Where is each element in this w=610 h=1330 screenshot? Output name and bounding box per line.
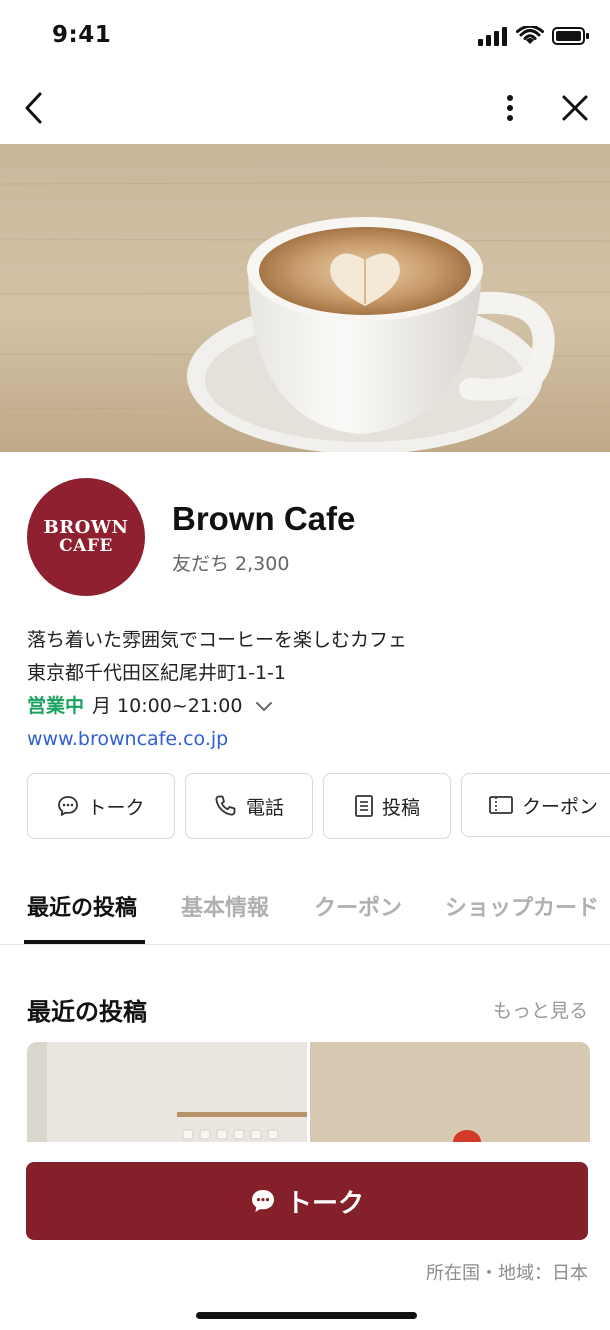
phone-action-label: 電話 xyxy=(245,796,284,819)
coupon-action-button[interactable]: クーポン xyxy=(461,773,610,837)
talk-action-label: トーク xyxy=(87,796,145,819)
cellular-signal-icon xyxy=(478,27,507,46)
action-buttons: トーク 電話 投稿 クーポン xyxy=(27,773,610,839)
latte-cup-photo xyxy=(0,144,610,452)
business-hours[interactable]: 営業中 月 10:00~21:00 xyxy=(27,690,587,723)
navigation-bar xyxy=(0,72,610,144)
cover-image xyxy=(0,144,610,452)
chevron-down-icon xyxy=(255,701,272,711)
post-thumbnail-1[interactable] xyxy=(27,1042,307,1142)
tab-recent-posts[interactable]: 最近の投稿 xyxy=(27,890,137,922)
posts-action-button[interactable]: 投稿 xyxy=(323,773,451,839)
chat-bubble-icon xyxy=(58,796,79,816)
posts-action-label: 投稿 xyxy=(381,796,420,819)
wifi-icon xyxy=(516,26,544,44)
see-more-link[interactable]: もっと見る xyxy=(493,996,588,1023)
post-thumbnails xyxy=(27,1042,590,1142)
logo-text-line2: CAFE xyxy=(59,536,113,556)
tab-basic-info[interactable]: 基本情報 xyxy=(181,890,269,922)
talk-cta-label: トーク xyxy=(285,1188,364,1219)
address[interactable]: 東京都千代田区紀尾井町1-1-1 xyxy=(27,657,587,690)
back-button[interactable] xyxy=(12,86,56,130)
phone-action-button[interactable]: 電話 xyxy=(185,773,313,839)
home-indicator[interactable] xyxy=(196,1312,417,1319)
talk-cta-button[interactable]: トーク xyxy=(26,1162,588,1240)
more-vertical-icon xyxy=(507,95,513,121)
content-tabs: 最近の投稿 基本情報 クーポン ショップカード xyxy=(0,872,610,945)
status-bar: 9:41 xyxy=(0,0,610,72)
battery-icon xyxy=(552,27,589,45)
status-icons xyxy=(478,26,590,46)
brand-logo: BROWN CAFE xyxy=(27,478,145,596)
account-name: Brown Cafe xyxy=(172,500,356,537)
ticket-icon xyxy=(489,796,513,814)
tab-shop-card[interactable]: ショップカード xyxy=(445,890,599,922)
close-icon xyxy=(562,95,588,121)
coupon-action-label: クーポン xyxy=(522,795,599,818)
account-info: 落ち着いた雰囲気でコーヒーを楽しむカフェ 東京都千代田区紀尾井町1-1-1 営業… xyxy=(27,624,587,756)
tab-coupons[interactable]: クーポン xyxy=(314,890,402,922)
chevron-left-icon xyxy=(25,92,42,124)
status-time: 9:41 xyxy=(52,22,112,48)
recent-posts-grid xyxy=(27,1042,590,1142)
friends-count: 友だち 2,300 xyxy=(172,553,290,575)
post-thumbnail-2[interactable] xyxy=(310,1042,590,1142)
phone-icon xyxy=(215,795,236,816)
document-icon xyxy=(355,795,373,817)
profile-header: BROWN CAFE Brown Cafe 友だち 2,300 xyxy=(27,478,583,598)
hours-text: 月 10:00~21:00 xyxy=(92,695,243,717)
chat-bubble-icon xyxy=(251,1190,274,1212)
talk-action-button[interactable]: トーク xyxy=(27,773,175,839)
logo-text-line1: BROWN xyxy=(43,517,129,538)
more-options-button[interactable] xyxy=(488,86,532,130)
section-title: 最近の投稿 xyxy=(27,998,147,1026)
open-status-badge: 営業中 xyxy=(27,695,85,717)
description: 落ち着いた雰囲気でコーヒーを楽しむカフェ xyxy=(27,629,408,651)
active-tab-indicator xyxy=(24,940,145,944)
close-button[interactable] xyxy=(553,86,597,130)
website-link[interactable]: www.browncafe.co.jp xyxy=(27,723,587,756)
country-region-label: 所在国・地域：日本 xyxy=(426,1263,588,1284)
